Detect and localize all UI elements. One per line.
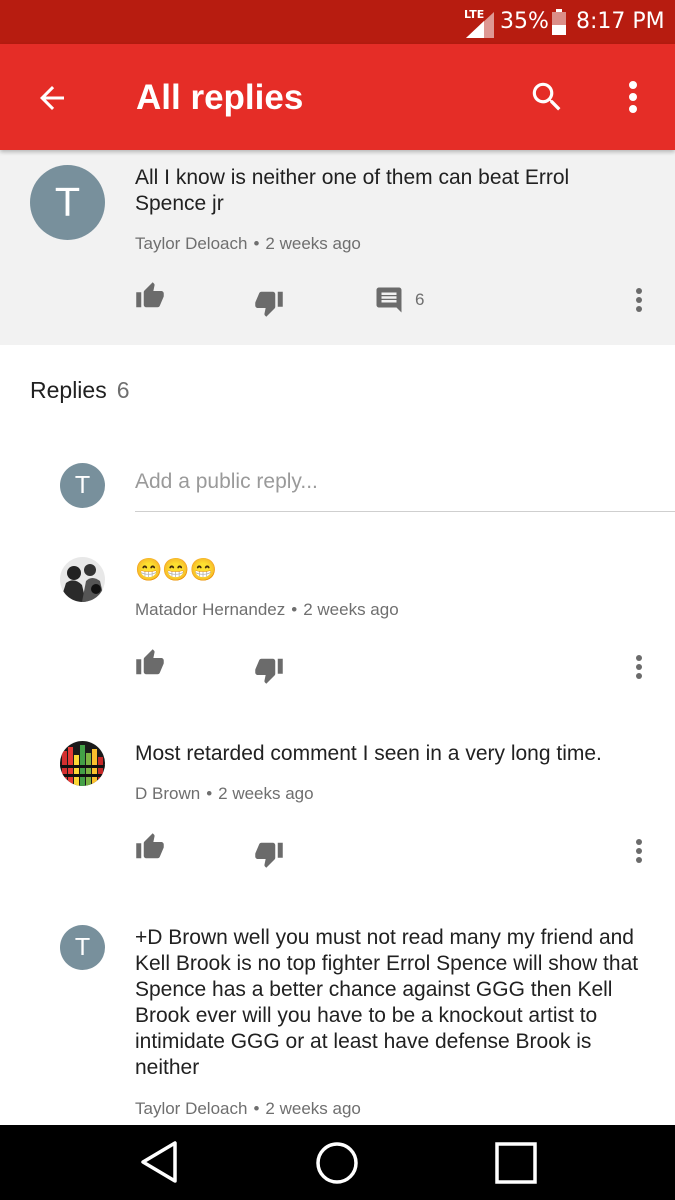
comment-text: All I know is neither one of them can be… bbox=[135, 166, 570, 215]
author-name[interactable]: Taylor Deloach bbox=[135, 234, 247, 253]
timestamp: 2 weeks ago bbox=[265, 1099, 361, 1118]
signal-icon bbox=[466, 12, 494, 38]
avatar[interactable] bbox=[60, 741, 105, 786]
thumb-up-icon[interactable] bbox=[135, 832, 165, 862]
separator: • bbox=[206, 784, 213, 803]
more-vert-icon[interactable] bbox=[634, 838, 644, 864]
replies-label: Replies bbox=[30, 377, 107, 403]
thumb-down-icon[interactable] bbox=[254, 655, 284, 685]
back-arrow-icon[interactable] bbox=[34, 80, 70, 116]
more-vert-icon[interactable] bbox=[634, 654, 644, 680]
avatar-letter: T bbox=[55, 180, 80, 225]
more-vert-icon[interactable] bbox=[627, 80, 639, 114]
battery-percent: 35% bbox=[500, 9, 549, 34]
system-nav-bar bbox=[0, 1125, 675, 1200]
comment-meta: Taylor Deloach • 2 weeks ago bbox=[135, 1099, 361, 1119]
thumb-up-icon[interactable] bbox=[135, 648, 165, 678]
nav-home-icon[interactable] bbox=[315, 1141, 359, 1185]
status-bar: LTE 35% 8:17 PM bbox=[0, 0, 675, 44]
author-name[interactable]: Matador Hernandez bbox=[135, 600, 285, 619]
clock: 8:17 PM bbox=[576, 9, 665, 34]
author-name[interactable]: Taylor Deloach bbox=[135, 1099, 247, 1118]
avatar[interactable]: T bbox=[60, 925, 105, 970]
reply-count: 6 bbox=[415, 290, 425, 309]
thumb-up-icon[interactable] bbox=[135, 281, 165, 311]
more-vert-icon[interactable] bbox=[634, 287, 644, 313]
comment-meta: Matador Hernandez • 2 weeks ago bbox=[135, 600, 399, 620]
comment-text: +D Brown well you must not read many my … bbox=[135, 926, 639, 1079]
separator: • bbox=[253, 234, 260, 253]
replies-header: Replies 6 bbox=[30, 377, 130, 404]
separator: • bbox=[291, 600, 298, 619]
separator: • bbox=[253, 1099, 260, 1118]
reply-input[interactable]: Add a public reply... bbox=[135, 470, 675, 494]
comment-icon[interactable] bbox=[374, 285, 404, 315]
divider bbox=[135, 511, 675, 512]
comment-meta: D Brown • 2 weeks ago bbox=[135, 784, 314, 804]
battery-icon bbox=[552, 9, 566, 35]
nav-back-icon[interactable] bbox=[139, 1140, 179, 1184]
app-bar: All replies bbox=[0, 44, 675, 150]
comment-meta: Taylor Deloach • 2 weeks ago bbox=[135, 234, 361, 254]
timestamp: 2 weeks ago bbox=[303, 600, 399, 619]
nav-recents-icon[interactable] bbox=[494, 1141, 538, 1185]
replies-count: 6 bbox=[116, 377, 130, 403]
timestamp: 2 weeks ago bbox=[265, 234, 361, 253]
comment-text: Most retarded comment I seen in a very l… bbox=[135, 742, 602, 765]
thumb-down-icon[interactable] bbox=[254, 839, 284, 869]
avatar-letter: T bbox=[75, 934, 90, 961]
comment-text: 😁😁😁 bbox=[135, 557, 218, 582]
author-name[interactable]: D Brown bbox=[135, 784, 200, 803]
avatar-letter: T bbox=[75, 472, 90, 499]
avatar[interactable]: T bbox=[60, 463, 105, 508]
avatar[interactable] bbox=[60, 557, 105, 602]
page-title: All replies bbox=[136, 78, 304, 117]
search-icon[interactable] bbox=[528, 78, 566, 116]
timestamp: 2 weeks ago bbox=[218, 784, 314, 803]
parent-comment: T All I know is neither one of them can … bbox=[0, 150, 675, 345]
thumb-down-icon[interactable] bbox=[254, 288, 284, 318]
avatar[interactable]: T bbox=[30, 165, 105, 240]
